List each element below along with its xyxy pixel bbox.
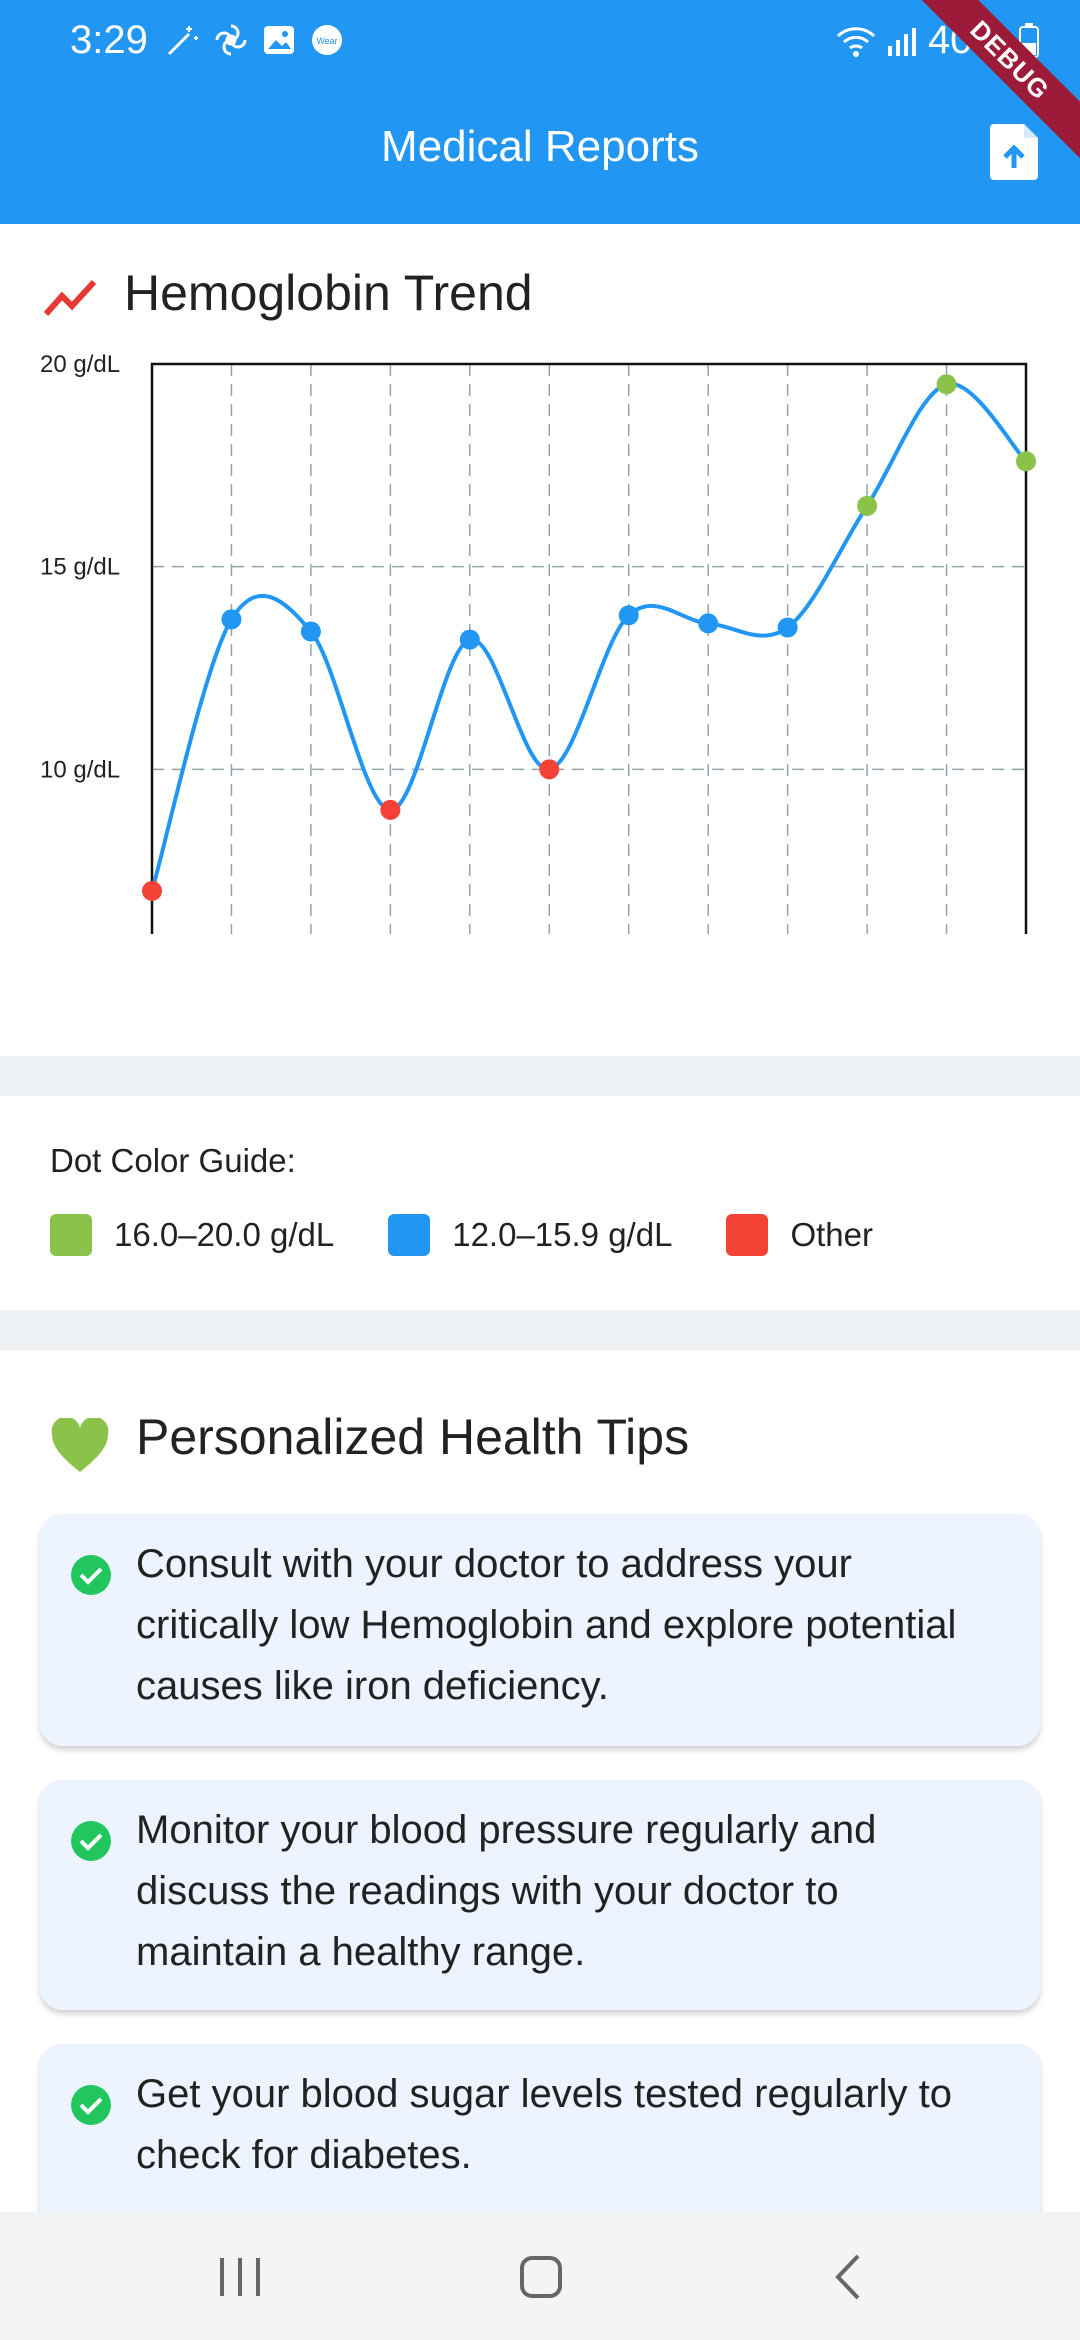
- section-divider: [0, 1056, 1080, 1096]
- y-tick-label: 20 g/dL: [40, 351, 120, 378]
- chart-title: Hemoglobin Trend: [124, 265, 533, 321]
- upload-report-button[interactable]: [988, 120, 1044, 182]
- wifi-icon: [836, 26, 875, 57]
- data-point-oct: [857, 495, 878, 516]
- tip-text: Get your blood sugar levels tested regul…: [136, 2072, 952, 2177]
- check-circle-icon: [71, 2085, 111, 2125]
- data-point-feb: [221, 609, 242, 630]
- y-tick-label: 10 g/dL: [40, 756, 120, 783]
- data-point-mar: [300, 621, 321, 642]
- data-point-apr: [380, 799, 401, 820]
- legend-swatch-green: [50, 1214, 92, 1256]
- data-point-dec: [1016, 451, 1036, 472]
- signal-icon: [887, 27, 916, 56]
- legend-label-green: 16.0–20.0 g/dL: [114, 1216, 335, 1253]
- health-tips-section: Personalized Health Tips Consult with yo…: [0, 1350, 1080, 2340]
- gallery-icon: [261, 22, 297, 58]
- heart-icon: [51, 1418, 109, 1472]
- hemoglobin-chart-card: Hemoglobin Trend 20 g/dL15 g/dL10 g/dL5 …: [0, 224, 1080, 1056]
- legend-swatch-red: [726, 1214, 769, 1256]
- upload-file-icon: [990, 124, 1038, 180]
- legend-label-red: Other: [790, 1216, 873, 1253]
- back-icon: [835, 2254, 860, 2300]
- data-point-nov: [936, 374, 957, 395]
- check-circle-icon: [71, 1821, 111, 1861]
- plot-border: [150, 362, 1028, 934]
- data-point-sep: [777, 617, 798, 638]
- legend-items: 16.0–20.0 g/dL 12.0–15.9 g/dL Other: [50, 1214, 927, 1256]
- status-notification-icons: Wear: [165, 22, 345, 58]
- dot-color-guide: Dot Color Guide: 16.0–20.0 g/dL 12.0–15.…: [0, 1096, 1080, 1310]
- recents-icon: [220, 2258, 260, 2296]
- data-point-may: [459, 629, 480, 650]
- hemoglobin-line-chart: 20 g/dL15 g/dL10 g/dL5 g/dLJanFebMarAprM…: [40, 351, 1036, 934]
- tip-text: Monitor your blood pressure regularly an…: [136, 1808, 877, 1974]
- tip-card: Consult with your doctor to address your…: [40, 1514, 1040, 1746]
- recents-button[interactable]: [210, 2252, 270, 2302]
- tip-text: Consult with your doctor to address your…: [136, 1542, 957, 1708]
- data-point-jan: [142, 880, 162, 901]
- page-title: Medical Reports: [381, 122, 699, 171]
- check-circle-icon: [71, 1555, 111, 1595]
- data-point-jun: [539, 759, 560, 780]
- legend-label-blue: 12.0–15.9 g/dL: [452, 1216, 673, 1253]
- tips-title: Personalized Health Tips: [136, 1409, 690, 1465]
- tip-card: Get your blood sugar levels tested regul…: [40, 2044, 1040, 2234]
- series-line: [150, 381, 1028, 892]
- svg-text:Wear: Wear: [316, 36, 337, 46]
- home-button[interactable]: [512, 2252, 572, 2302]
- home-icon: [520, 2256, 562, 2298]
- status-bar: 3:29 Wear 40%: [0, 0, 1080, 86]
- wear-icon: Wear: [309, 22, 345, 58]
- y-tick-label: 15 g/dL: [40, 554, 120, 581]
- legend-swatch-blue: [388, 1214, 431, 1256]
- back-button[interactable]: [820, 2252, 880, 2302]
- tip-card: Monitor your blood pressure regularly an…: [40, 1780, 1040, 2010]
- trend-icon: [44, 279, 97, 316]
- data-point-aug: [698, 613, 719, 634]
- pinwheel-icon: [213, 22, 249, 58]
- section-divider: [0, 1310, 1080, 1350]
- sparkle-icon: [165, 22, 201, 58]
- app-bar: 3:29 Wear 40% Medical Reports: [0, 0, 1080, 224]
- system-nav-bar: [0, 2212, 1080, 2340]
- legend-title: Dot Color Guide:: [50, 1142, 296, 1179]
- status-time: 3:29: [70, 18, 148, 62]
- data-point-jul: [618, 605, 639, 626]
